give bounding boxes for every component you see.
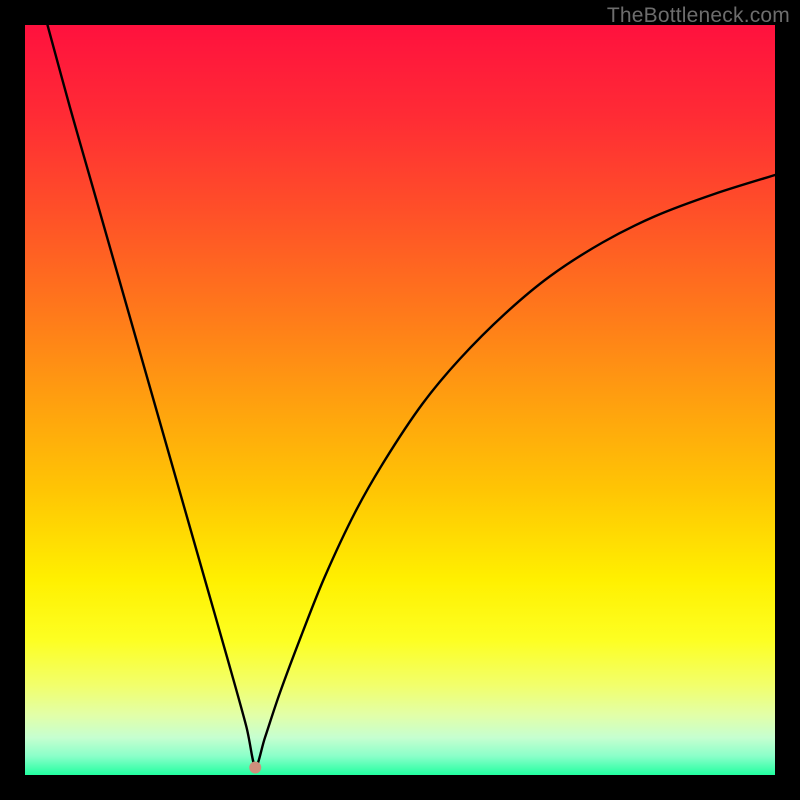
plot-area — [25, 25, 775, 775]
gradient-background — [25, 25, 775, 775]
optimal-point-marker — [249, 762, 261, 774]
chart-svg — [25, 25, 775, 775]
chart-frame: TheBottleneck.com — [0, 0, 800, 800]
